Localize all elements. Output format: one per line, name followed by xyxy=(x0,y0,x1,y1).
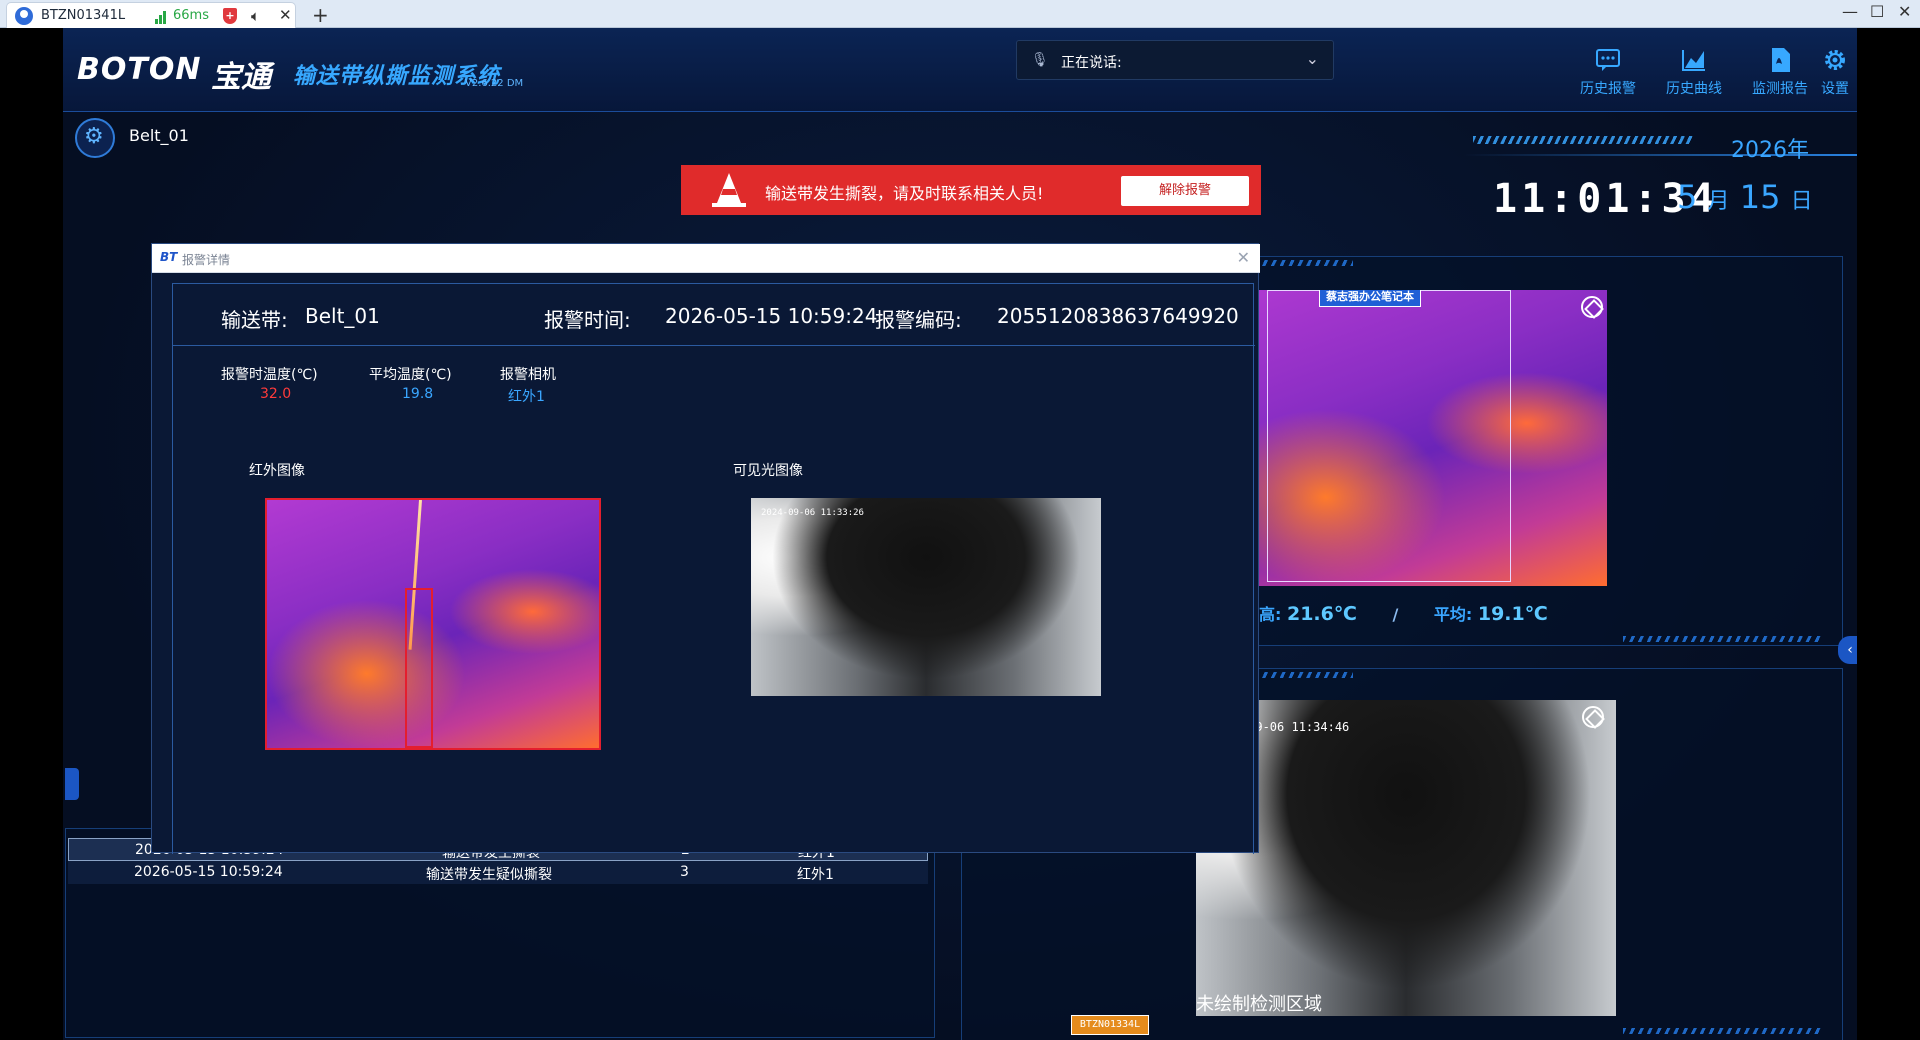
talk-dropdown[interactable]: 🎙︎ 正在说话: ⌄ xyxy=(1016,40,1334,80)
dialog-titlebar: BT 报警详情 ✕ xyxy=(152,244,1260,273)
clock-day: 15 xyxy=(1739,178,1781,216)
warning-cone-icon xyxy=(712,173,746,207)
clock-month: 5 xyxy=(1677,178,1698,216)
avg-temp-value: 19.1℃ xyxy=(1477,603,1548,625)
visible-image-timestamp: 2024-09-06 11:33:26 xyxy=(761,508,864,518)
visible-image-label: 可见光图像 xyxy=(733,463,803,479)
chevron-down-icon[interactable]: ⌄ xyxy=(1306,49,1319,68)
session-tab[interactable]: BTZN01341L 66ms + 🔈︎ ✕ xyxy=(6,2,296,28)
ir-camera-feed[interactable]: 蔡志强办公笔记本 xyxy=(1205,290,1607,586)
dialog-title: 报警详情 xyxy=(182,253,231,267)
clock-decoration xyxy=(1473,136,1693,144)
alarm-banner: 输送带发生撕裂，请及时联系相关人员! 解除报警 xyxy=(681,165,1261,215)
ir-alarm-image[interactable] xyxy=(265,498,601,750)
pdf-icon xyxy=(1772,48,1790,72)
table-row[interactable]: 2026-05-15 10:59:24 输送带发生疑似撕裂 3 红外1 xyxy=(68,861,928,884)
alarm-detail-dialog: BT 报警详情 ✕ 输送带: Belt_01 报警时间: 2026-05-15 … xyxy=(151,243,1260,854)
avg-temp-label: 平均温度(℃) xyxy=(369,367,452,383)
gear-icon xyxy=(1825,50,1845,70)
clock-date: 5 月 15 日 xyxy=(1677,178,1813,216)
alarm-time: 2026-05-15 10:59:24 xyxy=(134,864,283,880)
alarm-time-label: 报警时间: xyxy=(544,308,631,332)
nav-settings[interactable]: 设置 xyxy=(1813,46,1857,98)
alarm-message: 输送带发生撕裂，请及时联系相关人员! xyxy=(765,184,1044,203)
alarm-temp-label: 报警时温度(℃) xyxy=(221,367,318,383)
alarm-code-label: 报警编码: xyxy=(875,308,962,332)
temp-separator: / xyxy=(1392,605,1399,624)
camera-device-tag: 蔡志强办公笔记本 xyxy=(1319,290,1421,307)
ir-temp-readout: 最高: 21.6℃ / 平均: 19.1℃ xyxy=(1243,601,1548,625)
belt-settings-button[interactable]: ⚙ xyxy=(75,118,115,158)
dialog-body: 输送带: Belt_01 报警时间: 2026-05-15 10:59:24 报… xyxy=(172,283,1255,854)
belt-label: 输送带: xyxy=(221,308,288,332)
close-dialog-button[interactable]: ✕ xyxy=(1237,248,1250,267)
alarm-code-value: 2055120838637649920 xyxy=(997,304,1239,328)
speaker-icon[interactable]: 🔈︎ xyxy=(251,7,260,25)
no-detection-region-note: 未绘制检测区域 xyxy=(1196,994,1322,1015)
app-window: BOTON 宝通 输送带纵撕监测系统 V2.6.22 DM 🎙︎ 正在说话: ⌄… xyxy=(63,28,1857,1040)
session-tab-name: BTZN01341L xyxy=(41,8,126,23)
logo-text: BOTON xyxy=(77,52,202,87)
avg-temp-value: 19.8 xyxy=(402,386,434,402)
session-tab-bar: BTZN01341L 66ms + 🔈︎ ✕ + — ☐ ✕ xyxy=(0,0,1920,28)
alarm-camera-value: 红外1 xyxy=(508,389,545,405)
new-tab-button[interactable]: + xyxy=(312,3,329,27)
close-window-button[interactable]: ✕ xyxy=(1898,2,1911,21)
nav-settings-label: 设置 xyxy=(1821,81,1849,97)
nav-history-alarm-label: 历史报警 xyxy=(1580,81,1636,97)
close-tab-icon[interactable]: ✕ xyxy=(279,6,292,24)
minimize-button[interactable]: — xyxy=(1842,2,1858,21)
camera-settings-icon[interactable] xyxy=(1581,296,1603,318)
ping-value: 66ms xyxy=(173,8,209,23)
collapse-panel-button[interactable]: ‹ xyxy=(1838,636,1857,664)
nav-report[interactable]: 监测报告 xyxy=(1745,46,1815,98)
alarm-level: 3 xyxy=(680,864,689,880)
alarm-info-line: 输送带: Belt_01 报警时间: 2026-05-15 10:59:24 报… xyxy=(173,284,1255,346)
version-label: V2.6.22 DM xyxy=(465,78,524,89)
visible-camera-feed[interactable]: 2024-09-06 11:34:46 未绘制检测区域 xyxy=(1196,700,1616,1016)
belt-name: Belt_01 xyxy=(129,126,189,145)
panel-decoration xyxy=(1623,636,1823,642)
ir-image-label: 红外图像 xyxy=(249,463,305,479)
signal-icon xyxy=(155,11,169,24)
nav-history-curve-label: 历史曲线 xyxy=(1666,81,1722,97)
user-icon xyxy=(15,7,33,25)
nav-report-label: 监测报告 xyxy=(1752,81,1808,97)
detection-region xyxy=(1267,290,1511,582)
gear-icon: ⚙ xyxy=(84,124,104,149)
tear-detection-box xyxy=(405,588,433,748)
panel-decoration xyxy=(1623,1028,1823,1034)
belt-value: Belt_01 xyxy=(305,304,380,328)
app-logo-icon: BT xyxy=(160,250,178,264)
nav-history-curve[interactable]: 历史曲线 xyxy=(1659,46,1729,98)
alarm-camera-label: 报警相机 xyxy=(500,367,556,383)
logo-cn: 宝通 xyxy=(211,60,271,95)
device-tag: BTZN01334L xyxy=(1071,1015,1149,1035)
alarm-temp-value: 32.0 xyxy=(260,386,292,402)
app-header: BOTON 宝通 输送带纵撕监测系统 V2.6.22 DM 🎙︎ 正在说话: ⌄… xyxy=(63,28,1857,112)
shield-icon[interactable]: + xyxy=(223,8,237,24)
alarm-camera: 红外1 xyxy=(797,867,834,883)
clock-month-unit: 月 xyxy=(1707,189,1730,214)
clock-year: 2026年 xyxy=(1731,138,1809,163)
nav-history-alarm[interactable]: 历史报警 xyxy=(1573,46,1643,98)
dismiss-alarm-button[interactable]: 解除报警 xyxy=(1121,176,1249,206)
talk-label: 正在说话: xyxy=(1061,55,1122,71)
alarm-time-value: 2026-05-15 10:59:24 xyxy=(665,304,878,328)
avg-temp-label: 平均: xyxy=(1433,605,1473,624)
maximize-button[interactable]: ☐ xyxy=(1870,2,1884,21)
chart-icon xyxy=(1682,50,1705,71)
microphone-icon: 🎙︎ xyxy=(1031,52,1049,68)
alarm-type: 输送带发生疑似撕裂 xyxy=(426,867,552,883)
max-temp-value: 21.6℃ xyxy=(1286,603,1357,625)
camera-settings-icon[interactable] xyxy=(1582,706,1604,728)
left-panel-handle[interactable] xyxy=(65,768,79,800)
clock-day-unit: 日 xyxy=(1790,189,1813,214)
visible-alarm-image[interactable]: 2024-09-06 11:33:26 xyxy=(751,498,1101,696)
chat-icon xyxy=(1596,49,1620,71)
